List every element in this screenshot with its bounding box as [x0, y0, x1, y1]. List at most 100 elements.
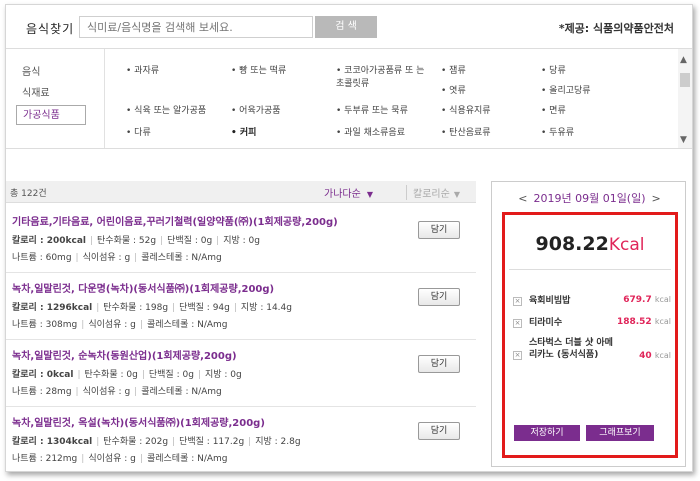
search-button[interactable]: 검 색 — [315, 16, 377, 38]
fat-value: 지방 : 2.8g — [255, 437, 301, 447]
cholesterol-value: 콜레스테롤 : N/Amg — [141, 253, 222, 263]
save-button[interactable]: 저장하기 — [514, 425, 580, 441]
protein-value: 단백질 : 0g — [167, 236, 213, 246]
protein-value: 단백질 : 94g — [179, 303, 230, 313]
remove-item-icon[interactable]: × — [513, 351, 522, 360]
protein-value: 단백질 : 0g — [148, 370, 194, 380]
calorie-value: 칼로리 : 1304kcal — [12, 437, 93, 447]
category-item[interactable]: • 빵 또는 떡류 — [231, 65, 286, 78]
food-list-item: 녹차,일말린것, 다운명(녹차)(동서식품㈜)(1회제공량,200g) 칼로리 … — [6, 274, 476, 340]
nutrition-line-2: 나트륨 : 60mg | 식이섬유 : g | 콜레스테롤 : N/Amg — [12, 253, 222, 263]
nutrition-line-1: 칼로리 : 0kcal | 탄수화물 : 0g | 단백질 : 0g | 지방 : 0g — [12, 370, 242, 380]
meal-item-kcal-value: 40 — [639, 351, 652, 361]
add-food-button[interactable]: 담기 — [418, 422, 460, 440]
category-item[interactable]: • 식육 또는 알가공품 — [126, 105, 206, 118]
fiber-value: 식이섬유 : g — [82, 253, 131, 263]
food-list-item: 녹차,일말린것, 옥설(녹차)(동서식품㈜)(1회제공량,200g) 칼로리 :… — [6, 408, 476, 471]
sodium-value: 나트륨 : 60mg — [12, 253, 72, 263]
nutrition-line-1: 칼로리 : 1304kcal | 탄수화물 : 202g | 단백질 : 117.2g |… — [12, 437, 301, 447]
scroll-thumb[interactable] — [680, 73, 690, 87]
meal-item-kcal: 679.7 kcal — [623, 295, 671, 305]
category-item[interactable]: • 코코아가공품류 또 는 초콜릿류 — [336, 65, 428, 91]
meal-item-kcal-unit: kcal — [654, 295, 671, 304]
category-item[interactable]: • 두부류 또는 묵류 — [336, 105, 408, 118]
category-item[interactable]: • 탄산음료류 — [441, 127, 491, 140]
cholesterol-value: 콜레스테롤 : N/Amg — [146, 454, 228, 464]
sort-calorie-label: 칼로리순 — [413, 189, 450, 200]
calorie-value: 칼로리 : 1296kcal — [12, 303, 93, 313]
date-navigator: <2019년 09월 01일(일) > — [492, 190, 687, 206]
carb-value: 탄수화물 : 0g — [84, 370, 138, 380]
nutrition-line-2: 나트륨 : 308mg | 식이섬유 : g | 콜레스테롤 : N/Amg — [12, 320, 228, 330]
results-header: 총 122건 가나다순 ▼ 칼로리순 ▼ — [6, 181, 476, 203]
total-calories-value: 908.22 — [535, 233, 609, 255]
remove-item-icon[interactable]: × — [513, 319, 522, 328]
food-name[interactable]: 녹차,일말린것, 다운명(녹차)(동서식품㈜)(1회제공량,200g) — [12, 280, 274, 295]
category-panel: 음식 식재료 가공식품 • 과자류 • 빵 또는 떡류 • 코코아가공품류 또 … — [6, 49, 692, 149]
meal-item-name: 스타벅스 더블 샷 아메리카노 (동서식품) — [529, 338, 613, 360]
protein-value: 단백질 : 117.2g — [179, 437, 245, 447]
view-graph-button[interactable]: 그래프보기 — [586, 425, 654, 441]
total-calories-unit: Kcal — [608, 235, 645, 255]
meal-item-kcal: 188.52 kcal — [617, 317, 671, 327]
category-item[interactable]: • 올리고당류 — [541, 85, 591, 98]
category-item[interactable]: • 다류 — [126, 127, 151, 140]
category-nav-ingredient[interactable]: 식재료 — [16, 84, 86, 104]
carb-value: 탄수화물 : 198g — [103, 303, 169, 313]
category-item[interactable]: • 면류 — [541, 105, 566, 118]
sodium-value: 나트륨 : 308mg — [12, 320, 78, 330]
sort-alphabetical[interactable]: 가나다순 ▼ — [324, 185, 373, 200]
category-item[interactable]: • 어육가공품 — [231, 105, 281, 118]
food-name[interactable]: 녹차,일말린것, 옥설(녹차)(동서식품㈜)(1회제공량,200g) — [12, 414, 265, 429]
nutrition-line-1: 칼로리 : 200kcal | 탄수화물 : 52g | 단백질 : 0g | 지방 : 0… — [12, 236, 260, 246]
food-list-item: 기타음료,기타음료, 어린이음료,꾸러기철력(일양약품(㈜)(1회제공량,200… — [6, 207, 476, 273]
sodium-value: 나트륨 : 28mg — [12, 387, 72, 397]
meal-item-kcal-unit: kcal — [654, 317, 671, 326]
sort-alphabetical-label: 가나다순 — [324, 189, 361, 200]
sodium-value: 나트륨 : 212mg — [12, 454, 78, 464]
food-name[interactable]: 기타음료,기타음료, 어린이음료,꾸러기철력(일양약품(㈜)(1회제공량,200… — [12, 213, 338, 228]
category-item[interactable]: • 엿류 — [441, 85, 466, 98]
source-label: *제공: 식품의약품안전처 — [558, 22, 674, 35]
chevron-down-icon: ▼ — [453, 190, 460, 199]
add-food-button[interactable]: 담기 — [418, 355, 460, 373]
nutrition-line-2: 나트륨 : 212mg | 식이섬유 : g | 콜레스테롤 : N/Amg — [12, 454, 228, 464]
category-item[interactable]: • 커피 — [231, 127, 256, 140]
category-nav: 음식 식재료 가공식품 — [16, 63, 86, 126]
scroll-up-icon[interactable]: ▲ — [680, 55, 687, 65]
search-title: 음식찾기 — [26, 22, 75, 36]
category-item[interactable]: • 과자류 — [126, 65, 159, 78]
add-food-button[interactable]: 담기 — [418, 288, 460, 306]
category-item[interactable]: • 과일 채소류음료 — [336, 127, 405, 140]
next-date-icon[interactable]: > — [652, 192, 661, 205]
window-frame: 음식찾기 검 색 *제공: 식품의약품안전처 음식 식재료 가공식품 • 과자류… — [5, 4, 693, 472]
fiber-value: 식이섬유 : g — [88, 320, 136, 330]
meal-item-name: 티라미수 — [529, 318, 563, 328]
food-list-item: 녹차,일말린것, 순녹차(동원산업)(1회제공량,200g) 칼로리 : 0kc… — [6, 341, 476, 407]
prev-date-icon[interactable]: < — [518, 192, 527, 205]
category-nav-processed[interactable]: 가공식품 — [16, 105, 86, 125]
carb-value: 탄수화물 : 52g — [97, 236, 157, 246]
meal-diary-panel: <2019년 09월 01일(일) > 908.22Kcal × 육회비빔밥 67… — [491, 181, 686, 467]
add-food-button[interactable]: 담기 — [418, 221, 460, 239]
category-divider — [104, 49, 105, 148]
fiber-value: 식이섬유 : g — [82, 387, 131, 397]
search-input[interactable] — [79, 16, 313, 38]
fat-value: 지방 : 0g — [223, 236, 260, 246]
nutrition-line-2: 나트륨 : 28mg | 식이섬유 : g | 콜레스테롤 : N/Amg — [12, 387, 222, 397]
carb-value: 탄수화물 : 202g — [103, 437, 169, 447]
category-item[interactable]: • 식용유지류 — [441, 105, 491, 118]
scroll-down-icon[interactable]: ▼ — [680, 135, 687, 145]
cholesterol-value: 콜레스테롤 : N/Amg — [146, 320, 228, 330]
category-item[interactable]: • 당류 — [541, 65, 566, 78]
category-scrollbar[interactable]: ▲ ▼ — [678, 49, 692, 148]
category-item[interactable]: • 잼류 — [441, 65, 466, 78]
meal-item-kcal-unit: kcal — [654, 351, 671, 360]
results-panel: 총 122건 가나다순 ▼ 칼로리순 ▼ 기타음료,기타음료, 어린이음료,꾸러기철… — [6, 181, 476, 471]
remove-item-icon[interactable]: × — [513, 297, 522, 306]
category-nav-food[interactable]: 음식 — [16, 63, 86, 83]
sort-calorie[interactable]: 칼로리순 ▼ — [406, 185, 470, 200]
fat-value: 지방 : 0g — [204, 370, 242, 380]
food-name[interactable]: 녹차,일말린것, 순녹차(동원산업)(1회제공량,200g) — [12, 347, 237, 362]
category-item[interactable]: • 두유류 — [541, 127, 574, 140]
